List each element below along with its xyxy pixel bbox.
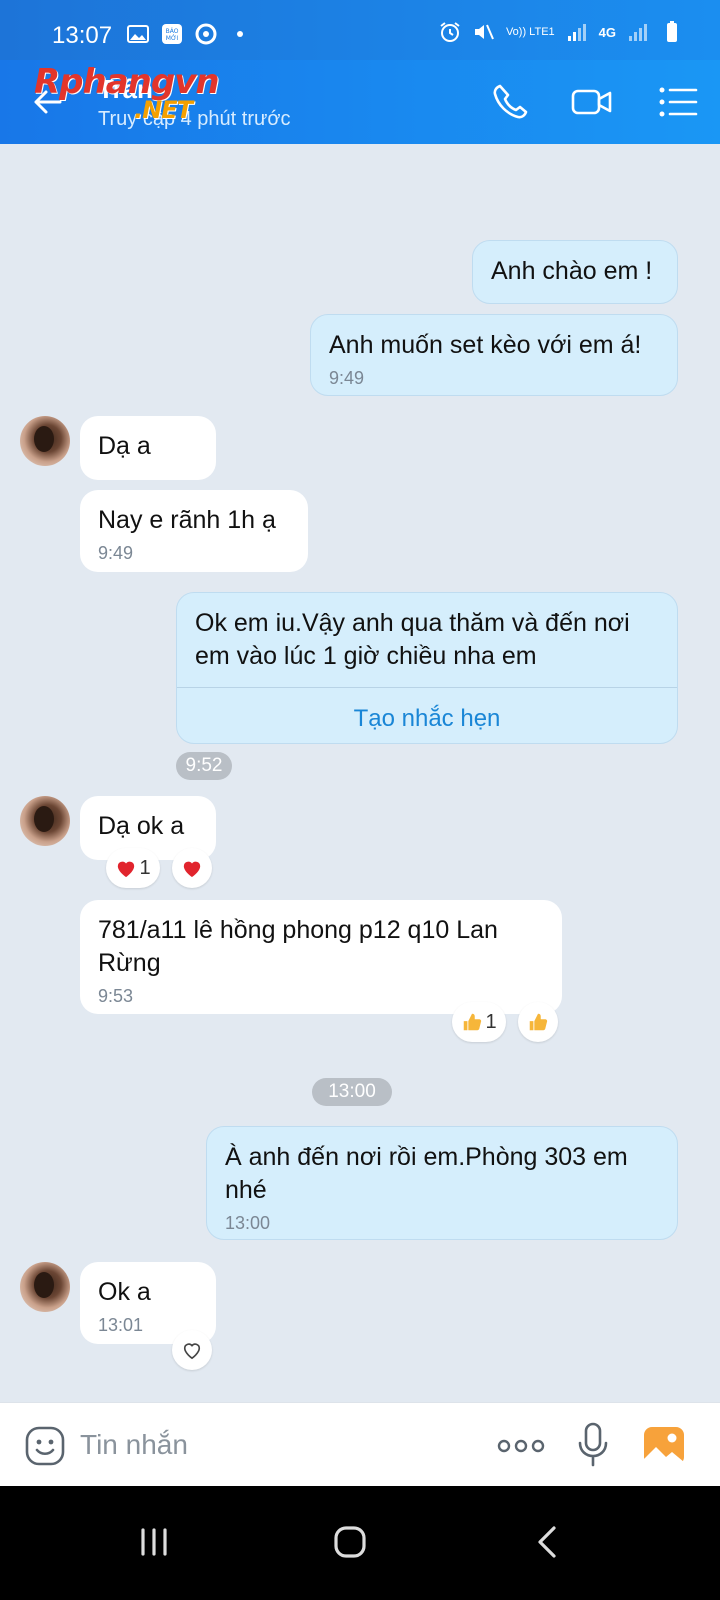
- notification-icons: BÁO MỚI: [126, 22, 252, 46]
- message-outgoing-with-action[interactable]: Ok em iu.Vậy anh qua thăm và đến nơi em …: [176, 592, 678, 744]
- message-time: 9:49: [329, 368, 365, 388]
- message-text: Ok a: [98, 1278, 151, 1306]
- message-text: Dạ a: [98, 432, 151, 460]
- list-menu-icon[interactable]: [656, 80, 700, 124]
- heart-icon: [118, 861, 135, 878]
- avatar[interactable]: [20, 1262, 70, 1312]
- signal-2-icon: [629, 24, 647, 41]
- nav-back-icon[interactable]: [528, 1522, 568, 1562]
- network-label: 4G: [598, 24, 616, 40]
- microphone-icon[interactable]: [576, 1421, 610, 1469]
- reaction-summary[interactable]: 1: [452, 1002, 506, 1042]
- message-outgoing[interactable]: À anh đến nơi rồi em.Phòng 303 em nhé 13…: [206, 1126, 678, 1240]
- time-chip: 9:52: [176, 752, 232, 780]
- alarm-icon: [440, 22, 460, 42]
- message-text: Anh chào em !: [491, 257, 653, 285]
- date-divider: 13:00: [312, 1078, 392, 1106]
- thumbs-up-icon: [464, 1013, 482, 1031]
- battery-icon: [667, 21, 677, 42]
- message-text: Ok em iu.Vậy anh qua thăm và đến nơi em …: [195, 609, 630, 670]
- message-outgoing[interactable]: Anh muốn set kèo với em á! 9:49: [310, 314, 678, 396]
- message-incoming[interactable]: Nay e rãnh 1h ạ 9:49: [80, 490, 308, 572]
- message-incoming[interactable]: 781/a11 lê hồng phong p12 q10 Lan Rừng 9…: [80, 900, 562, 1014]
- heart-outline-icon: [183, 1343, 201, 1360]
- system-nav-bar: [0, 1486, 720, 1600]
- status-time: 13:07: [52, 22, 113, 49]
- message-incoming[interactable]: Dạ a: [80, 416, 216, 480]
- sync-icon: [195, 23, 217, 45]
- message-time: 9:49: [98, 543, 134, 563]
- message-text: Dạ ok a: [98, 812, 185, 840]
- chat-header: Trân Truy cập 4 phút trước Rphangvn .NET: [0, 60, 720, 144]
- message-outgoing[interactable]: Anh chào em !: [472, 240, 678, 304]
- watermark-logo: Rphangvn .NET: [34, 62, 220, 124]
- gallery-notification-icon: [127, 25, 149, 43]
- phone-icon[interactable]: [488, 80, 532, 124]
- news-app-icon: BÁOMỚI: [162, 24, 182, 44]
- svg-text:BÁO: BÁO: [166, 28, 179, 35]
- mute-icon: [474, 24, 494, 40]
- message-text: Anh muốn set kèo với em á!: [329, 331, 642, 359]
- reaction-count: 1: [485, 1010, 497, 1033]
- reaction-summary[interactable]: 1: [106, 848, 160, 888]
- svg-text:MỚI: MỚI: [166, 35, 179, 42]
- message-text: À anh đến nơi rồi em.Phòng 303 em nhé: [225, 1143, 628, 1204]
- recent-apps-icon[interactable]: [134, 1522, 174, 1562]
- react-button[interactable]: [172, 1330, 212, 1370]
- create-reminder-link[interactable]: Tạo nhắc hẹn: [177, 687, 677, 735]
- react-button[interactable]: [172, 848, 212, 888]
- video-camera-icon[interactable]: [570, 80, 614, 124]
- reaction-count: 1: [139, 856, 151, 879]
- message-text: Nay e rãnh 1h ạ: [98, 506, 276, 534]
- message-text: 781/a11 lê hồng phong p12 q10 Lan Rừng: [98, 916, 498, 977]
- message-time: 13:00: [225, 1213, 271, 1233]
- dot-icon: [237, 31, 243, 37]
- heart-icon: [183, 861, 201, 878]
- message-composer: Tin nhắn: [0, 1402, 720, 1486]
- signal-icon: [567, 24, 586, 41]
- thumbs-up-icon: [529, 1013, 548, 1031]
- smiley-icon[interactable]: [24, 1425, 66, 1467]
- three-dots-icon[interactable]: [496, 1429, 546, 1463]
- last-seen-status: Truy cập 4 phút trước: [98, 108, 291, 130]
- avatar[interactable]: [20, 416, 70, 466]
- home-icon[interactable]: [330, 1522, 370, 1562]
- system-icons: Vo)) LTE1 4G: [438, 20, 684, 44]
- react-button[interactable]: [518, 1002, 558, 1042]
- message-input[interactable]: Tin nhắn: [80, 1429, 188, 1461]
- image-icon[interactable]: [642, 1425, 686, 1467]
- avatar[interactable]: [20, 796, 70, 846]
- volte-label: Vo)) LTE1: [505, 25, 555, 38]
